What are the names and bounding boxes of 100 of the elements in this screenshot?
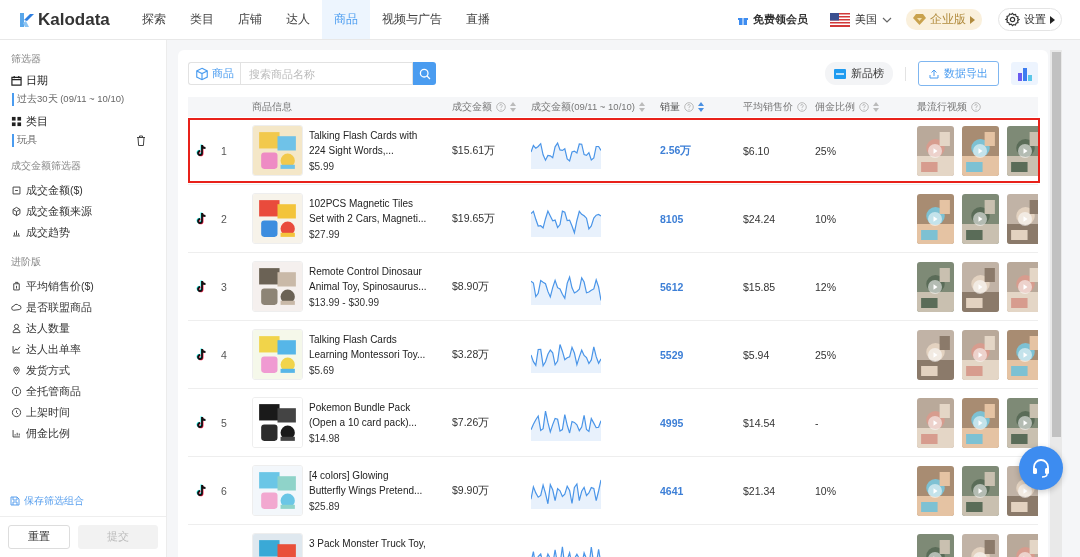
product-title[interactable]: Animal Toy, Spinosaurus... — [309, 278, 427, 294]
play-icon[interactable] — [1018, 347, 1032, 362]
filter-option[interactable]: 上架时间 — [26, 405, 70, 420]
product-title[interactable]: 3 Pack Monster Truck Toy, — [309, 535, 426, 551]
rank-number: 6 — [221, 484, 227, 497]
person-icon — [11, 323, 22, 334]
chart-view-button[interactable] — [1011, 62, 1038, 85]
sort-icon[interactable] — [510, 102, 516, 112]
product-title[interactable]: Learning Montessori Toy... — [309, 346, 426, 362]
region-selector[interactable]: 美国 — [830, 12, 892, 27]
filter-value[interactable]: 玩具 — [17, 134, 37, 147]
product-price: $5.69 — [309, 363, 336, 378]
product-price: $5.99 — [309, 159, 336, 174]
headset-icon — [1030, 457, 1052, 479]
rank-number: 5 — [221, 416, 227, 429]
play-icon[interactable] — [973, 347, 987, 362]
table-cell: 4995 — [660, 416, 684, 429]
filter-option[interactable]: 成交金额($) — [26, 183, 83, 198]
column-header: 销量 — [660, 100, 680, 114]
membership-link[interactable]: 免费领会员 — [737, 12, 808, 27]
filter-option[interactable]: 全托管商品 — [26, 384, 81, 399]
product-title[interactable]: 224 Sight Words,... — [309, 142, 418, 158]
play-icon[interactable] — [928, 347, 942, 362]
play-icon[interactable] — [1018, 483, 1032, 498]
play-icon[interactable] — [1018, 279, 1032, 294]
section-title: 进阶版 — [11, 255, 42, 269]
column-header: 平均销售价 — [743, 100, 793, 114]
save-icon — [10, 496, 20, 506]
column-header: 成交金额(09/11 ~ 10/10) — [531, 100, 635, 114]
product-title[interactable]: Talking Flash Cards — [309, 331, 426, 347]
play-icon[interactable] — [973, 415, 987, 430]
nav-tab[interactable]: 探索 — [130, 0, 178, 39]
filter-label: 类目 — [26, 114, 48, 129]
play-icon[interactable] — [1018, 415, 1032, 430]
trash-icon[interactable] — [136, 135, 146, 146]
play-icon[interactable] — [928, 415, 942, 430]
table-cell: $14.54 — [743, 416, 776, 429]
play-icon[interactable] — [973, 483, 987, 498]
play-icon[interactable] — [973, 279, 987, 294]
search-button[interactable] — [413, 62, 436, 85]
table-cell: 25% — [815, 144, 836, 157]
filter-option[interactable]: 达人数量 — [26, 321, 70, 336]
table-cell: $7.26万 — [452, 415, 490, 430]
caret-icon — [1050, 15, 1055, 24]
scrollbar[interactable] — [1050, 50, 1062, 557]
play-icon[interactable] — [973, 143, 987, 158]
new-products-button[interactable]: 新品榜 — [825, 62, 893, 85]
play-icon[interactable] — [928, 211, 942, 226]
nav-tab[interactable]: 达人 — [274, 0, 322, 39]
sort-icon[interactable] — [698, 102, 704, 112]
table-cell: 10% — [815, 484, 836, 497]
table-cell: 5612 — [660, 280, 684, 293]
filter-option[interactable]: 平均销售价($) — [26, 279, 94, 294]
table-cell: 5529 — [660, 348, 684, 361]
play-icon[interactable] — [928, 483, 942, 498]
logo-text: Kalodata — [38, 9, 110, 30]
nav-tab[interactable]: 视频与广告 — [370, 0, 454, 39]
play-icon[interactable] — [928, 143, 942, 158]
table-cell: 12% — [815, 280, 836, 293]
table-cell: $5.94 — [743, 348, 770, 361]
filter-option[interactable]: 发货方式 — [26, 363, 70, 378]
nav-tab[interactable]: 直播 — [454, 0, 502, 39]
product-title[interactable]: Pokemon Bundle Pack — [309, 399, 417, 415]
table-cell: $19.65万 — [452, 211, 496, 226]
play-icon[interactable] — [1018, 143, 1032, 158]
filter-value[interactable]: 过去30天 (09/11 ~ 10/10) — [17, 93, 125, 106]
nav-tab[interactable]: 类目 — [178, 0, 226, 39]
cube-icon — [195, 66, 209, 81]
settings-icon — [1005, 12, 1020, 27]
clock-icon — [11, 407, 22, 418]
play-icon[interactable] — [928, 279, 942, 294]
sort-icon[interactable] — [873, 102, 879, 112]
play-icon[interactable] — [1018, 211, 1032, 226]
filter-option[interactable]: 达人出单率 — [26, 342, 81, 357]
filter-option[interactable]: 成交金额来源 — [26, 204, 92, 219]
table-cell: $15.61万 — [452, 143, 496, 158]
sort-icon[interactable] — [639, 102, 645, 112]
nav-tab[interactable]: 店铺 — [226, 0, 274, 39]
grid-icon — [11, 116, 22, 127]
product-title[interactable]: Talking Flash Cards with — [309, 127, 418, 143]
product-title[interactable]: Remote Control Dinosaur — [309, 263, 427, 279]
filter-option[interactable]: 佣金比例 — [26, 426, 70, 441]
scrollbar-thumb[interactable] — [1052, 52, 1061, 437]
product-price: $25.89 — [309, 499, 341, 514]
table-cell: $6.10 — [743, 144, 770, 157]
product-title[interactable]: (Open a 10 card pack)... — [309, 414, 417, 430]
product-title[interactable]: 102PCS Magnetic Tiles — [309, 195, 427, 211]
search-field[interactable]: 搜索商品名称 — [240, 62, 413, 85]
product-title[interactable]: Butterfly Wings Pretend... — [309, 482, 423, 498]
product-title[interactable]: [4 colors] Glowing — [309, 467, 423, 483]
play-icon[interactable] — [973, 211, 987, 226]
reset-button[interactable]: 重置 — [8, 525, 70, 549]
filter-option[interactable]: 成交趋势 — [26, 225, 70, 240]
cloud-icon — [11, 302, 22, 313]
table-cell: 2.56万 — [660, 143, 692, 158]
product-title[interactable]: Set with 2 Cars, Magneti... — [309, 210, 427, 226]
table-cell: $24.24 — [743, 212, 776, 225]
tiktok-icon — [196, 416, 208, 429]
filter-option[interactable]: 是否联盟商品 — [26, 300, 92, 315]
product-price: $14.98 — [309, 431, 341, 446]
